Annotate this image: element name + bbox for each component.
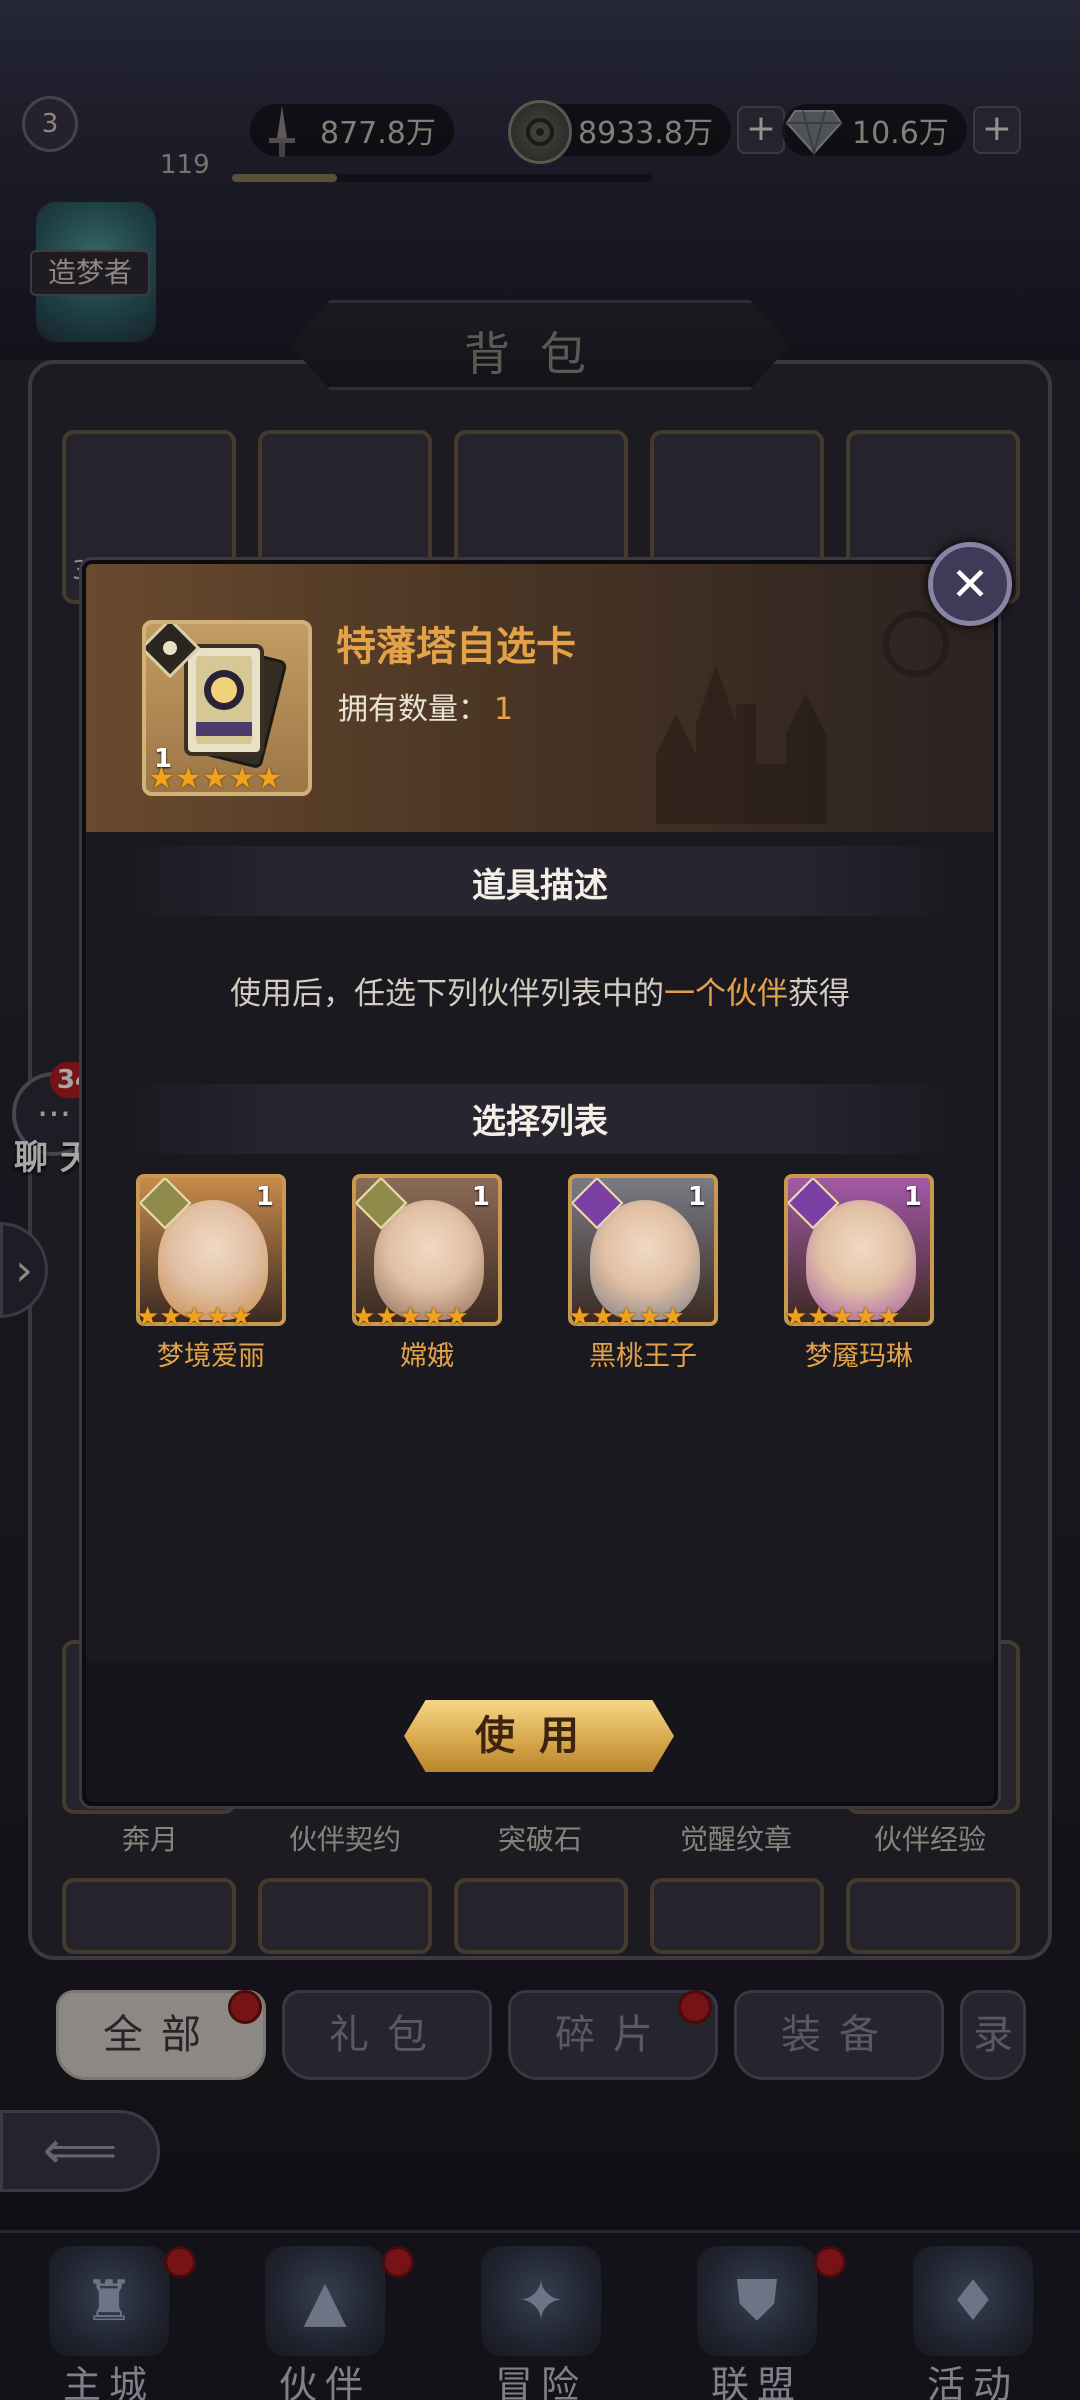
star-icon: ★	[784, 1302, 808, 1332]
partner-card[interactable]: 1 ★ ★ ★ ★ ★ 嫦娥	[352, 1174, 502, 1374]
star-icon: ★	[201, 761, 229, 796]
item-stars: ★ ★ ★ ★ ★	[148, 761, 283, 796]
star-icon: ★	[182, 1302, 206, 1332]
partner-card[interactable]: 1 ★ ★ ★ ★ ★ 黑桃王子	[568, 1174, 718, 1374]
partner-card[interactable]: 1 ★ ★ ★ ★ ★ 梦境爱丽	[136, 1174, 286, 1374]
star-icon: ★	[148, 761, 175, 796]
star-icon: ★	[591, 1302, 615, 1332]
owned-value: 1	[494, 692, 514, 727]
partner-stars: ★ ★ ★ ★ ★	[568, 1302, 685, 1332]
star-icon: ★	[375, 1302, 399, 1332]
section-title-desc: 道具描述	[472, 866, 608, 906]
desc-prefix: 使用后，任选下列伙伴列表中的	[230, 976, 664, 1012]
star-icon: ★	[830, 1302, 854, 1332]
star-icon: ★	[661, 1302, 685, 1332]
star-icon: ★	[637, 1302, 662, 1332]
partner-name: 梦境爱丽	[157, 1341, 265, 1372]
star-icon: ★	[174, 761, 202, 796]
section-title-list: 选择列表	[472, 1102, 608, 1142]
star-icon: ★	[255, 761, 283, 796]
partner-count: 1	[687, 1182, 706, 1212]
partner-name: 梦魇玛琳	[805, 1341, 913, 1372]
partner-name: 黑桃王子	[589, 1341, 697, 1372]
partner-count: 1	[255, 1182, 274, 1212]
item-title: 特藩塔自选卡	[336, 624, 576, 670]
star-icon: ★	[421, 1302, 446, 1332]
star-icon: ★	[568, 1302, 592, 1332]
partner-count: 1	[903, 1182, 922, 1212]
close-button[interactable]: ✕	[928, 542, 1012, 626]
star-icon: ★	[614, 1302, 638, 1332]
desc-highlight: 一个伙伴	[664, 976, 788, 1012]
item-description: 使用后，任选下列伙伴列表中的一个伙伴获得	[86, 968, 994, 1013]
partner-stars: ★ ★ ★ ★ ★	[136, 1302, 253, 1332]
star-icon: ★	[853, 1302, 878, 1332]
partner-card[interactable]: 1 ★ ★ ★ ★ ★ 梦魇玛琳	[784, 1174, 934, 1374]
star-icon: ★	[445, 1302, 469, 1332]
star-icon: ★	[136, 1302, 160, 1332]
star-icon: ★	[352, 1302, 376, 1332]
star-icon: ★	[159, 1302, 183, 1332]
owned-quantity: 拥有数量： 1	[338, 684, 513, 728]
modal-header: 1 ★ ★ ★ ★ ★ 特藩塔自选卡 拥有数量： 1	[86, 564, 994, 832]
item-detail-modal: 1 ★ ★ ★ ★ ★ 特藩塔自选卡 拥有数量： 1 道具描述 使用后，任选下列伙伴列表中…	[82, 560, 998, 1806]
star-icon: ★	[229, 1302, 253, 1332]
star-icon: ★	[228, 761, 256, 796]
star-icon: ★	[807, 1302, 831, 1332]
partner-stars: ★ ★ ★ ★ ★	[784, 1302, 901, 1332]
star-icon: ★	[205, 1302, 230, 1332]
owned-label: 拥有数量：	[338, 692, 488, 727]
item-card: 1 ★ ★ ★ ★ ★	[139, 617, 312, 796]
close-x-icon: ✕	[950, 557, 990, 611]
partner-count: 1	[471, 1182, 490, 1212]
desc-suffix: 获得	[788, 976, 850, 1012]
star-icon: ★	[398, 1302, 422, 1332]
partner-name: 嫦娥	[400, 1341, 454, 1372]
star-icon: ★	[877, 1302, 901, 1332]
partner-stars: ★ ★ ★ ★ ★	[352, 1302, 469, 1332]
castle-silhouette	[656, 611, 949, 824]
use-button[interactable]: 使用	[404, 1700, 674, 1772]
